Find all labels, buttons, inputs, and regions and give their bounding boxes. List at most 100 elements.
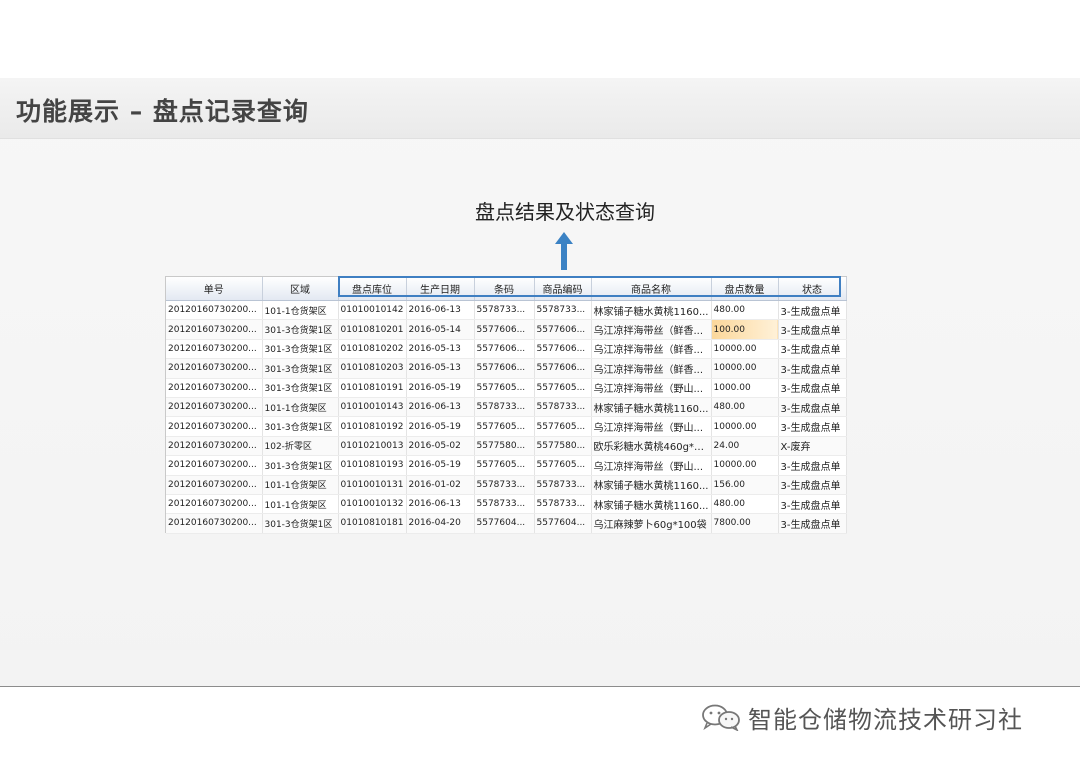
cell-barcode[interactable]: 5578733... <box>474 300 535 321</box>
cell-status[interactable]: X-废弃 <box>778 436 847 457</box>
cell-item-code[interactable]: 5578733... <box>534 475 592 495</box>
cell-location[interactable]: 01010810201 <box>338 319 407 340</box>
table-row[interactable]: 20120160730200... 101-1仓货架区 01010010143 201… <box>166 397 847 418</box>
cell-location[interactable]: 01010810192 <box>338 416 407 437</box>
cell-count-qty[interactable]: 10000.00 <box>711 358 779 379</box>
cell-production-date[interactable]: 2016-05-13 <box>406 339 475 360</box>
cell-order-no[interactable]: 20120160730200... <box>166 319 263 340</box>
cell-production-date[interactable]: 2016-06-13 <box>406 300 475 321</box>
cell-production-date[interactable]: 2016-01-02 <box>406 475 475 495</box>
table-row[interactable]: 20120160730200... 101-1仓货架区 01010010131 201… <box>166 475 847 495</box>
cell-status[interactable]: 3-生成盘点单 <box>778 455 847 476</box>
cell-item-code[interactable]: 5577604... <box>534 513 592 534</box>
cell-order-no[interactable]: 20120160730200... <box>166 494 263 515</box>
cell-barcode[interactable]: 5577605... <box>474 378 535 398</box>
cell-item-name[interactable]: 乌江凉拌海带丝（野山... <box>591 455 712 476</box>
cell-item-code[interactable]: 5577605... <box>534 416 592 437</box>
cell-barcode[interactable]: 5577604... <box>474 513 535 534</box>
col-header-item-name[interactable]: 商品名称 <box>591 277 712 301</box>
cell-item-code[interactable]: 5578733... <box>534 397 592 418</box>
cell-item-code[interactable]: 5577606... <box>534 358 592 379</box>
cell-item-name[interactable]: 乌江凉拌海带丝（野山... <box>591 416 712 437</box>
table-row[interactable]: 20120160730200... 301-3仓货架1区 01010810192 20… <box>166 416 847 437</box>
cell-location[interactable]: 01010810203 <box>338 358 407 379</box>
cell-production-date[interactable]: 2016-05-14 <box>406 319 475 340</box>
cell-item-name[interactable]: 乌江麻辣萝卜60g*100袋 <box>591 513 712 534</box>
table-row[interactable]: 20120160730200... 101-1仓货架区 01010010142 201… <box>166 300 847 321</box>
cell-location[interactable]: 01010210013 <box>338 436 407 457</box>
cell-production-date[interactable]: 2016-06-13 <box>406 494 475 515</box>
table-row[interactable]: 20120160730200... 301-3仓货架1区 01010810203 20… <box>166 358 847 379</box>
cell-status[interactable]: 3-生成盘点单 <box>778 358 847 379</box>
cell-count-qty[interactable]: 156.00 <box>711 475 779 495</box>
cell-item-name[interactable]: 乌江凉拌海带丝（鲜香... <box>591 358 712 379</box>
col-header-location[interactable]: 盘点库位 <box>338 277 407 301</box>
cell-production-date[interactable]: 2016-05-19 <box>406 378 475 398</box>
cell-item-name[interactable]: 乌江凉拌海带丝（鲜香... <box>591 319 712 340</box>
cell-item-name[interactable]: 林家铺子糖水黄桃1160... <box>591 475 712 495</box>
cell-order-no[interactable]: 20120160730200... <box>166 358 263 379</box>
cell-production-date[interactable]: 2016-05-19 <box>406 455 475 476</box>
cell-production-date[interactable]: 2016-04-20 <box>406 513 475 534</box>
cell-area[interactable]: 101-1仓货架区 <box>262 300 339 321</box>
cell-barcode[interactable]: 5578733... <box>474 397 535 418</box>
table-row[interactable]: 20120160730200... 301-3仓货架1区 01010810201 20… <box>166 319 847 340</box>
cell-location[interactable]: 01010010142 <box>338 300 407 321</box>
cell-count-qty[interactable]: 480.00 <box>711 300 779 321</box>
cell-status[interactable]: 3-生成盘点单 <box>778 300 847 321</box>
cell-order-no[interactable]: 20120160730200... <box>166 397 263 418</box>
cell-barcode[interactable]: 5577606... <box>474 319 535 340</box>
cell-item-name[interactable]: 欧乐彩糖水黄桃460g*12瓶 <box>591 436 712 457</box>
cell-order-no[interactable]: 20120160730200... <box>166 436 263 457</box>
cell-count-qty[interactable]: 10000.00 <box>711 416 779 437</box>
cell-area[interactable]: 301-3仓货架1区 <box>262 416 339 437</box>
table-row[interactable]: 20120160730200... 301-3仓货架1区 01010810202 20… <box>166 339 847 360</box>
cell-location[interactable]: 01010810202 <box>338 339 407 360</box>
table-row[interactable]: 20120160730200... 102-折零区 01010210013 2016-… <box>166 436 847 457</box>
cell-area[interactable]: 101-1仓货架区 <box>262 475 339 495</box>
cell-area[interactable]: 101-1仓货架区 <box>262 494 339 515</box>
cell-status[interactable]: 3-生成盘点单 <box>778 339 847 360</box>
cell-barcode[interactable]: 5577605... <box>474 416 535 437</box>
cell-order-no[interactable]: 20120160730200... <box>166 475 263 495</box>
cell-item-code[interactable]: 5578733... <box>534 494 592 515</box>
col-header-order-no[interactable]: 单号 <box>166 277 263 301</box>
cell-count-qty[interactable]: 100.00 <box>711 319 779 340</box>
cell-item-code[interactable]: 5578733... <box>534 300 592 321</box>
cell-item-name[interactable]: 林家铺子糖水黄桃1160... <box>591 300 712 321</box>
cell-production-date[interactable]: 2016-05-13 <box>406 358 475 379</box>
cell-status[interactable]: 3-生成盘点单 <box>778 513 847 534</box>
cell-area[interactable]: 301-3仓货架1区 <box>262 513 339 534</box>
cell-location[interactable]: 01010810193 <box>338 455 407 476</box>
cell-area[interactable]: 301-3仓货架1区 <box>262 358 339 379</box>
cell-item-name[interactable]: 林家铺子糖水黄桃1160... <box>591 397 712 418</box>
cell-count-qty[interactable]: 480.00 <box>711 494 779 515</box>
cell-location[interactable]: 01010810181 <box>338 513 407 534</box>
table-row[interactable]: 20120160730200... 301-3仓货架1区 01010810191 20… <box>166 378 847 398</box>
cell-location[interactable]: 01010010143 <box>338 397 407 418</box>
cell-area[interactable]: 102-折零区 <box>262 436 339 457</box>
cell-barcode[interactable]: 5577580... <box>474 436 535 457</box>
cell-item-code[interactable]: 5577606... <box>534 339 592 360</box>
cell-status[interactable]: 3-生成盘点单 <box>778 397 847 418</box>
cell-status[interactable]: 3-生成盘点单 <box>778 378 847 398</box>
cell-item-name[interactable]: 林家铺子糖水黄桃1160... <box>591 494 712 515</box>
cell-barcode[interactable]: 5577606... <box>474 358 535 379</box>
cell-location[interactable]: 01010010131 <box>338 475 407 495</box>
cell-production-date[interactable]: 2016-06-13 <box>406 397 475 418</box>
cell-barcode[interactable]: 5578733... <box>474 475 535 495</box>
cell-production-date[interactable]: 2016-05-02 <box>406 436 475 457</box>
cell-item-name[interactable]: 乌江凉拌海带丝（鲜香... <box>591 339 712 360</box>
col-header-area[interactable]: 区域 <box>262 277 339 301</box>
cell-area[interactable]: 301-3仓货架1区 <box>262 319 339 340</box>
cell-area[interactable]: 101-1仓货架区 <box>262 397 339 418</box>
cell-count-qty[interactable]: 24.00 <box>711 436 779 457</box>
col-header-count-qty[interactable]: 盘点数量 <box>711 277 779 301</box>
cell-item-name[interactable]: 乌江凉拌海带丝（野山... <box>591 378 712 398</box>
cell-order-no[interactable]: 20120160730200... <box>166 339 263 360</box>
cell-location[interactable]: 01010810191 <box>338 378 407 398</box>
cell-order-no[interactable]: 20120160730200... <box>166 416 263 437</box>
cell-count-qty[interactable]: 10000.00 <box>711 339 779 360</box>
cell-order-no[interactable]: 20120160730200... <box>166 378 263 398</box>
cell-area[interactable]: 301-3仓货架1区 <box>262 378 339 398</box>
